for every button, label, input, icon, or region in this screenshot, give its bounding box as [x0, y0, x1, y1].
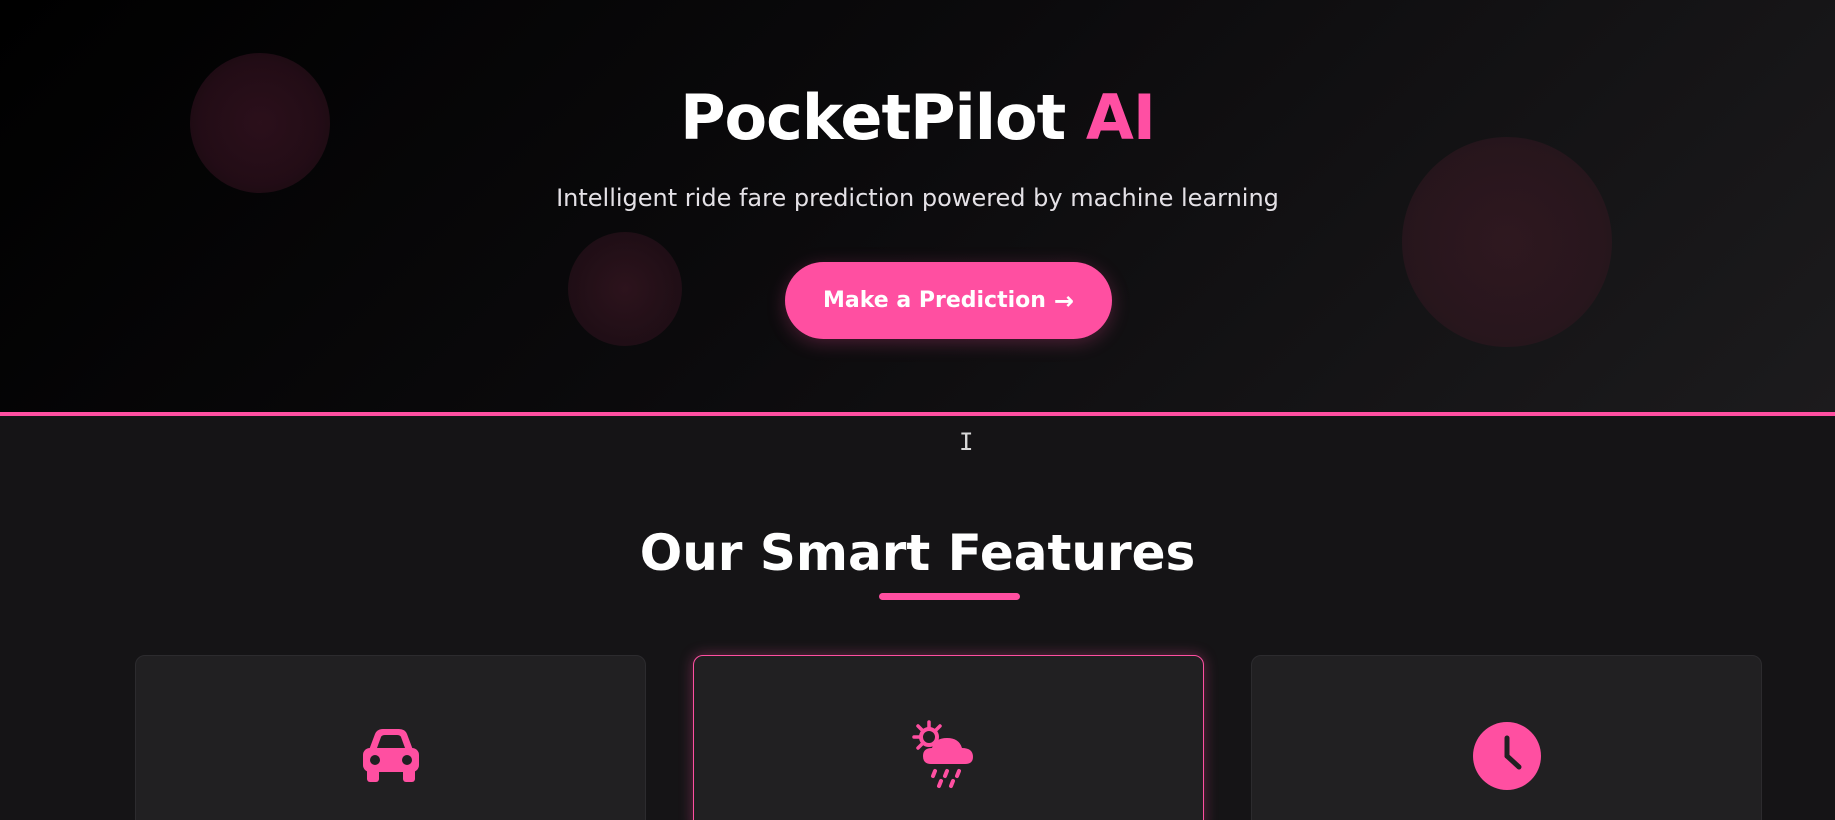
- hero-section: PocketPilot AI Intelligent ride fare pre…: [0, 0, 1835, 413]
- make-prediction-button[interactable]: Make a Prediction →: [785, 262, 1112, 339]
- arrow-right-icon: →: [1053, 286, 1075, 315]
- make-prediction-label: Make a Prediction: [822, 288, 1046, 313]
- hero-title: PocketPilot AI: [0, 80, 1835, 156]
- hero-divider: [0, 412, 1835, 416]
- decorative-bubble: [1402, 137, 1612, 347]
- features-title: Our Smart Features: [639, 524, 1196, 582]
- feature-card-weather[interactable]: [693, 655, 1204, 820]
- car-icon: [351, 716, 431, 796]
- hero-title-main: PocketPilot: [680, 81, 1066, 154]
- hero-subtitle: Intelligent ride fare prediction powered…: [556, 184, 1279, 212]
- features-title-underline: [879, 593, 1020, 600]
- feature-card-time[interactable]: [1251, 655, 1762, 820]
- decorative-bubble: [568, 232, 682, 346]
- feature-card-car[interactable]: [135, 655, 646, 820]
- hero-title-accent: AI: [1085, 81, 1156, 154]
- clock-icon: [1467, 716, 1547, 796]
- weather-sun-cloud-rain-icon: [909, 716, 989, 796]
- page: PocketPilot AI Intelligent ride fare pre…: [0, 0, 1835, 820]
- text-cursor-icon: I: [959, 428, 974, 456]
